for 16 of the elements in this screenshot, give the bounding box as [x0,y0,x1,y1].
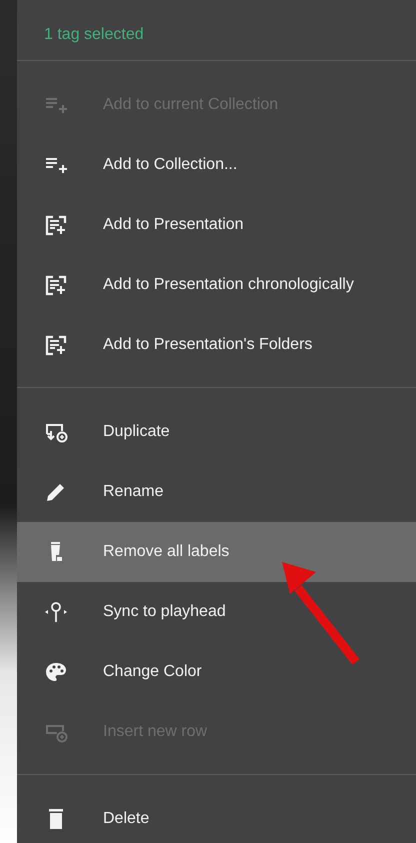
menu-item[interactable]: Add to Presentation chronologically [17,255,416,315]
menu-item[interactable]: Change Color [17,642,416,702]
playhead-icon [44,600,68,624]
menu-item[interactable]: Remove all labels [17,522,416,582]
palette-icon [44,660,68,684]
slide-add-icon [44,213,68,237]
selection-count: 1 tag selected [44,26,144,44]
slide-add-icon [44,333,68,357]
menu-item[interactable]: Add to Presentation's Folders [17,315,416,375]
menu-item[interactable]: Add to Presentation [17,195,416,255]
menu-item[interactable]: Add to Collection... [17,135,416,195]
menu-item[interactable]: Rename [17,462,416,522]
menu-item[interactable]: Duplicate [17,402,416,462]
menu-item[interactable]: Sync to playhead [17,582,416,642]
slide-add-icon [44,273,68,297]
menu-item[interactable]: Delete [17,789,416,843]
